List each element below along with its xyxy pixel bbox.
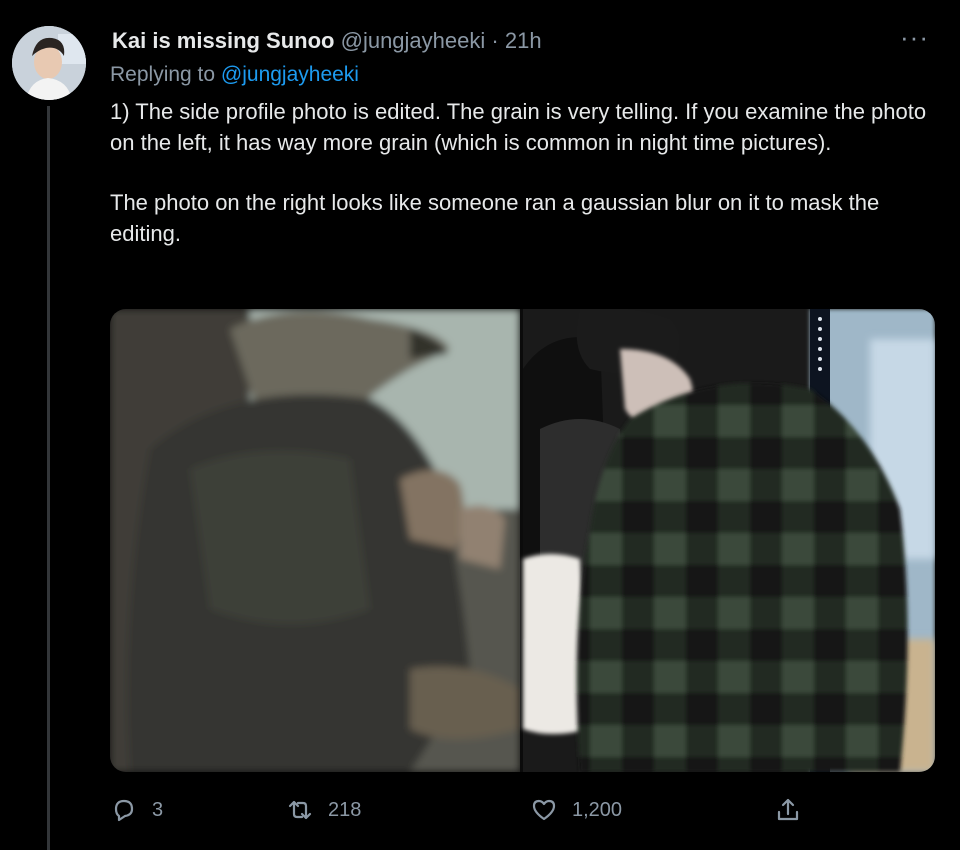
left-photo: [110, 309, 520, 772]
user-handle[interactable]: @jungjayheeki: [341, 28, 486, 53]
replying-to-label: Replying to: [110, 63, 216, 86]
thread-line: [47, 106, 50, 850]
like-button[interactable]: 1,200: [530, 790, 622, 830]
display-name[interactable]: Kai is missing Sunoo: [112, 28, 334, 53]
avatar[interactable]: [12, 26, 86, 100]
more-options-icon[interactable]: ···: [900, 22, 929, 53]
right-photo: [523, 309, 935, 772]
tweet-paragraph-2: The photo on the right looks like someon…: [110, 190, 880, 246]
separator-dot: ·: [491, 28, 499, 53]
media-image: [110, 309, 935, 772]
like-count: 1,200: [572, 798, 623, 821]
reply-button[interactable]: 3: [110, 790, 163, 830]
reply-count: 3: [152, 798, 164, 821]
timestamp[interactable]: 21h: [505, 28, 542, 53]
retweet-count: 218: [328, 798, 362, 821]
replying-to-handle[interactable]: @jungjayheeki: [221, 63, 359, 86]
tweet: Kai is missing Sunoo @jungjayheeki · 21h…: [0, 0, 960, 850]
avatar-image: [12, 26, 86, 100]
heart-icon: [532, 799, 556, 821]
share-icon: [777, 798, 799, 821]
replying-to: Replying to @jungjayheeki: [110, 63, 359, 87]
tweet-paragraph-1: 1) The side profile photo is edited. The…: [110, 99, 927, 155]
action-bar: 3 218 1,200: [110, 790, 830, 830]
retweet-button[interactable]: 218: [286, 790, 361, 830]
retweet-icon: [288, 800, 312, 820]
share-button[interactable]: [774, 790, 802, 830]
photo-divider: [520, 309, 523, 772]
tweet-text: 1) The side profile photo is edited. The…: [110, 97, 940, 249]
tweet-header: Kai is missing Sunoo @jungjayheeki · 21h: [112, 28, 542, 54]
reply-icon: [114, 799, 134, 822]
tweet-media[interactable]: [110, 309, 935, 772]
